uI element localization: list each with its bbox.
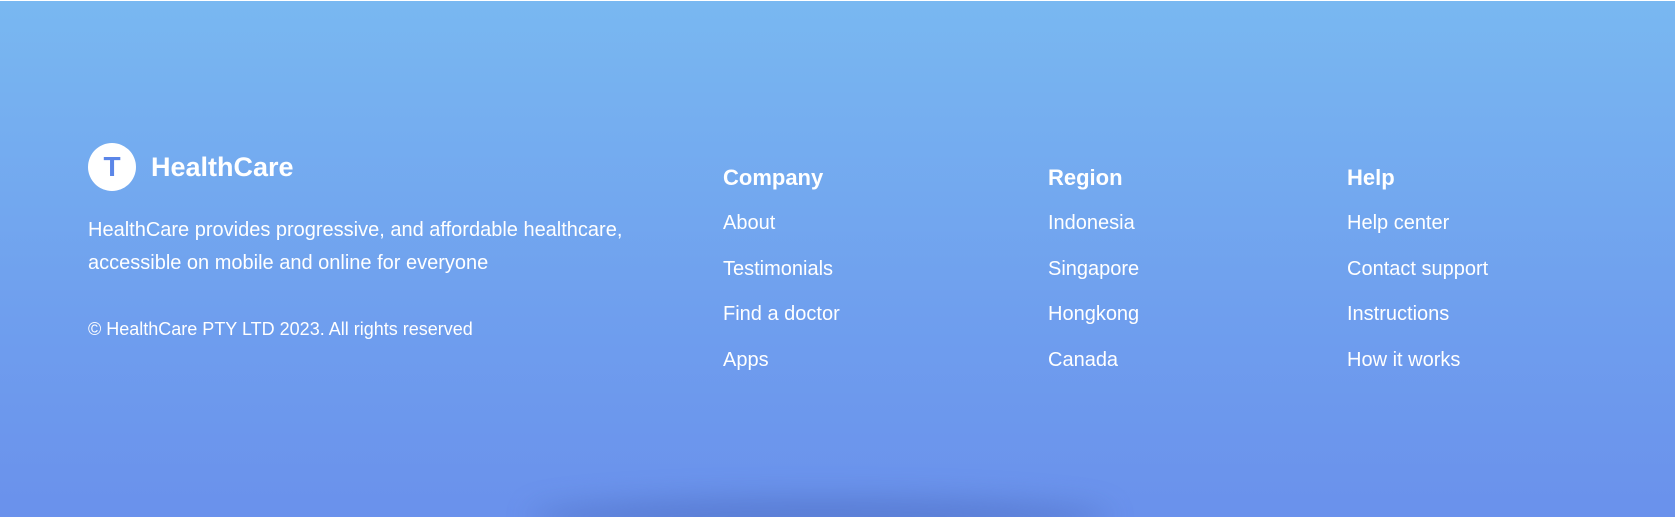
brand-name: HealthCare (151, 151, 294, 182)
link-instructions[interactable]: Instructions (1347, 302, 1488, 348)
link-help-center[interactable]: Help center (1347, 211, 1488, 257)
column-title: Help (1347, 165, 1395, 190)
brand-description: HealthCare provides progressive, and aff… (88, 219, 623, 274)
copyright: © HealthCare PTY LTD 2023. All rights re… (88, 319, 473, 339)
link-hongkong[interactable]: Hongkong (1048, 302, 1139, 348)
link-indonesia[interactable]: Indonesia (1048, 211, 1139, 257)
site-footer: T HealthCare HealthCare provides progres… (0, 1, 1675, 517)
brand-logo[interactable]: T HealthCare (88, 143, 294, 191)
link-find-a-doctor[interactable]: Find a doctor (723, 302, 840, 348)
footer-column-region: Region Indonesia Singapore Hongkong Cana… (1048, 165, 1139, 393)
logo-icon: T (88, 143, 136, 191)
footer-column-help: Help Help center Contact support Instruc… (1347, 165, 1488, 393)
link-about[interactable]: About (723, 211, 840, 257)
column-title: Region (1048, 165, 1123, 190)
link-how-it-works[interactable]: How it works (1347, 348, 1488, 394)
link-testimonials[interactable]: Testimonials (723, 257, 840, 303)
link-contact-support[interactable]: Contact support (1347, 257, 1488, 303)
link-apps[interactable]: Apps (723, 348, 840, 394)
column-title: Company (723, 165, 824, 190)
footer-shadow (530, 497, 1110, 517)
footer-column-company: Company About Testimonials Find a doctor… (723, 165, 840, 393)
link-canada[interactable]: Canada (1048, 348, 1139, 394)
link-singapore[interactable]: Singapore (1048, 257, 1139, 303)
